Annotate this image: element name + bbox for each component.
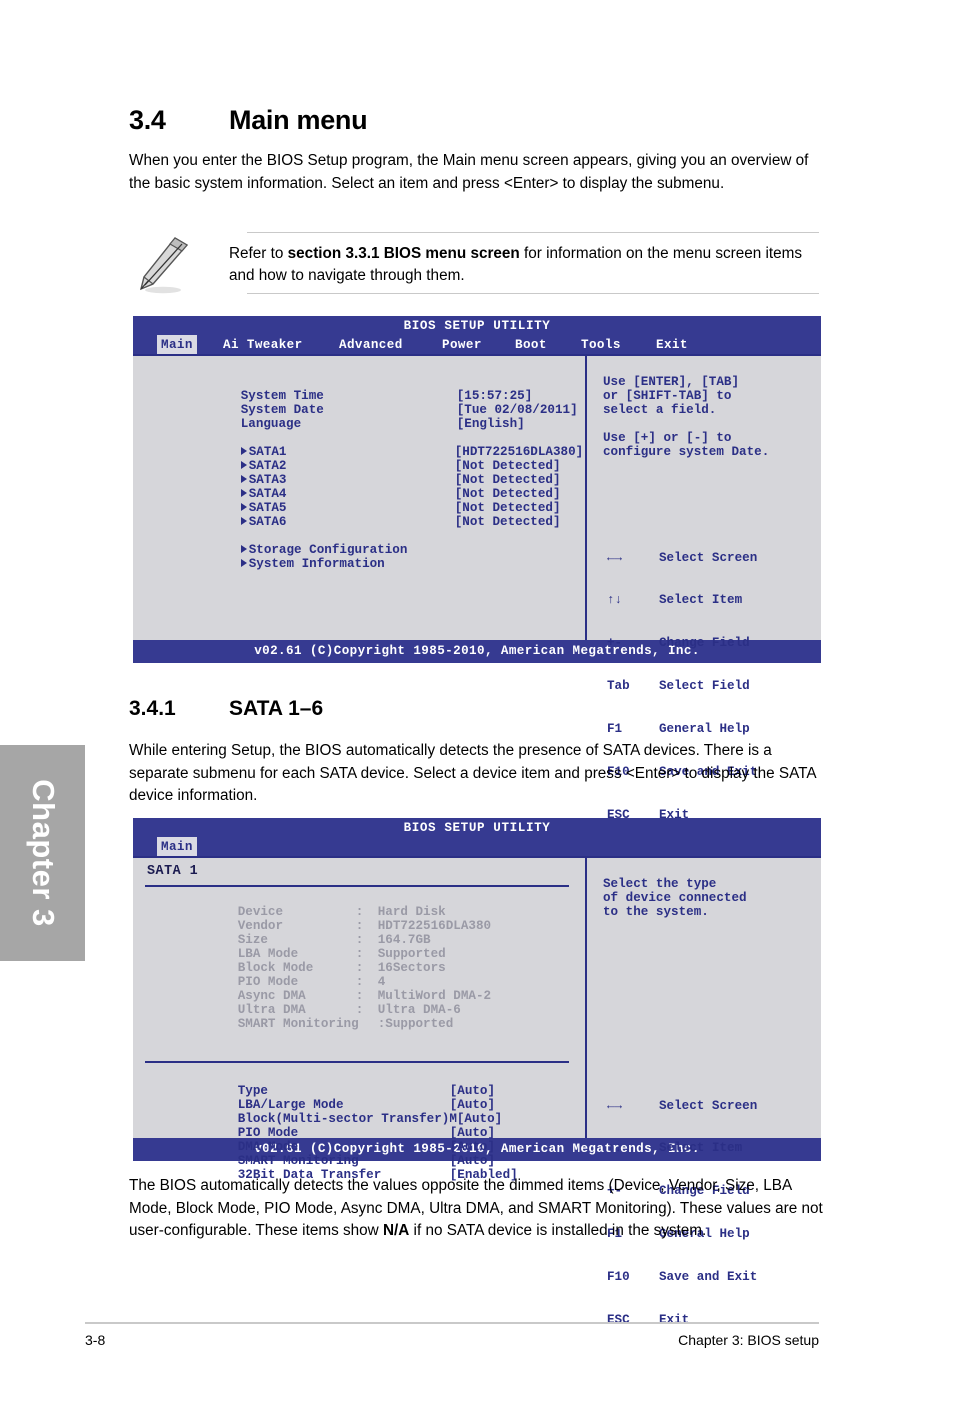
tab-exit[interactable]: Exit (652, 335, 692, 354)
submenu-arrow-icon (240, 516, 247, 525)
bios-main-left-pane: System Time [15:57:25] System Date [Tue 02… (133, 356, 587, 640)
bios-sata-menubar: Main (133, 837, 821, 857)
nav-action: General Help (659, 722, 750, 737)
nav-key: Tab (607, 679, 630, 694)
bios-sata-left-pane: SATA 1 Device: Hard Disk Vendor: HDT722516… (133, 858, 587, 1182)
page-title: 3.4 Main menu (129, 105, 368, 136)
closing-part-2: if no SATA device is installed in the sy… (409, 1222, 707, 1239)
nav-key: F1 (607, 722, 623, 737)
closing-bold-na: N/A (382, 1222, 410, 1239)
nav-action: Select Screen (659, 550, 758, 565)
bios-sata-body: SATA 1 Device: Hard Disk Vendor: HDT722516… (133, 856, 821, 1327)
help-line-2: or [SHIFT-TAB] to (603, 389, 732, 403)
section-title-text: Main menu (229, 105, 368, 135)
nav-key: ←→ (607, 1098, 623, 1113)
closing-paragraph: The BIOS automatically detects the value… (129, 1175, 826, 1243)
help-line-5: configure system Date. (603, 445, 770, 459)
note-text-before: Refer to (229, 245, 288, 262)
note-text: Refer to section 3.3.1 BIOS menu screen … (229, 243, 814, 287)
subsection-intro-paragraph: While entering Setup, the BIOS automatic… (129, 742, 816, 804)
nav-row: ←→ Select Screen (607, 551, 757, 565)
help-line-3: select a field. (603, 403, 717, 417)
sata-panel-header: SATA 1 (147, 864, 199, 879)
sata-help-line-2: of device connected (603, 891, 747, 905)
page-number: 3-8 (85, 1332, 106, 1348)
sata-help-line-3: to the system. (603, 905, 709, 919)
note-bottom-rule (247, 293, 819, 294)
bios-main-menu-screenshot: BIOS SETUP UTILITY Main Ai Tweaker Advan… (133, 316, 821, 822)
tab-main[interactable]: Main (157, 837, 197, 857)
nav-row: Tab Select Field (607, 679, 757, 693)
info-row-block-mode-value: 16Sectors (377, 961, 446, 976)
bios-sata-help-pane: Select the type of device connected to t… (589, 858, 821, 1327)
row-sata6-label: SATA6 (248, 515, 287, 530)
subsection-title: 3.4.1 SATA 1–6 (129, 697, 323, 721)
nav-row: +- Change Field (607, 636, 757, 650)
bios-sata-title: BIOS SETUP UTILITY (403, 821, 551, 835)
nav-key: +- (607, 636, 623, 651)
submenu-arrow-icon (240, 558, 247, 567)
sata-panel-rule-2 (145, 1061, 569, 1063)
nav-row: ↑↓ Select Item (607, 1141, 757, 1155)
page-footer-rule (85, 1322, 819, 1324)
page-footer-chapter-label: Chapter 3: BIOS setup (678, 1332, 819, 1348)
info-row-smart-monitoring-value: Supported (385, 1017, 454, 1032)
nav-action: Select Item (659, 1141, 743, 1156)
nav-action: Change Field (659, 636, 750, 651)
nav-key: ESC (607, 1313, 630, 1328)
nav-action: Exit (659, 1313, 690, 1328)
bios-main-title: BIOS SETUP UTILITY (403, 319, 551, 333)
sata-help-line-1: Select the type (603, 877, 717, 891)
section-number: 3.4 (129, 105, 166, 135)
nav-row: ←→ Select Screen (607, 1099, 757, 1113)
row-sata6-value: [Not Detected] (454, 515, 561, 530)
note-top-rule (247, 232, 819, 233)
tab-ai-tweaker[interactable]: Ai Tweaker (219, 335, 307, 354)
bios-main-body: System Time [15:57:25] System Date [Tue 02… (133, 354, 821, 822)
tab-power[interactable]: Power (438, 335, 486, 354)
nav-key: F10 (607, 1270, 630, 1285)
tab-boot[interactable]: Boot (511, 335, 551, 354)
nav-action: Select Item (659, 593, 743, 608)
tab-tools[interactable]: Tools (577, 335, 625, 354)
subsection-title-text: SATA 1–6 (229, 697, 324, 720)
bios-sata-titlebar: BIOS SETUP UTILITY Main (133, 818, 821, 857)
chapter-side-tab-label: Chapter 3 (25, 779, 61, 927)
help-line-1: Use [ENTER], [TAB] (603, 375, 740, 389)
row-language-label: Language (240, 417, 302, 432)
tab-main[interactable]: Main (157, 335, 197, 355)
nav-row: F10 Save and Exit (607, 1270, 757, 1284)
sata-panel-rule (145, 885, 569, 887)
bios-sata-detail-screenshot: BIOS SETUP UTILITY Main SATA 1 Device: Ha… (133, 818, 821, 1327)
nav-key: ←→ (607, 550, 623, 565)
section-intro-paragraph: When you enter the BIOS Setup program, t… (129, 152, 809, 192)
row-system-information[interactable]: System Information (150, 543, 385, 586)
bios-main-menubar: Main Ai Tweaker Advanced Power Boot Tool… (133, 335, 821, 355)
nav-action: Save and Exit (659, 1270, 758, 1285)
nav-key: ↑↓ (607, 593, 623, 608)
row-language-value: [English] (456, 417, 525, 432)
nav-row: F1 General Help (607, 722, 757, 736)
pencil-note-icon (139, 237, 189, 294)
note-text-bold: section 3.3.1 BIOS menu screen (287, 245, 520, 262)
info-row-smart-monitoring: SMART Monitoring :Supported (147, 1003, 454, 1046)
note-callout: Refer to section 3.3.1 BIOS menu screen … (129, 232, 819, 294)
nav-action: Select Screen (659, 1098, 758, 1113)
info-row-smart-monitoring-sepvalue: :Supported (378, 1017, 454, 1031)
help-line-4: Use [+] or [-] to (603, 431, 732, 445)
row-system-information-label: System Information (248, 557, 385, 572)
nav-key: ↑↓ (607, 1141, 623, 1156)
bios-main-titlebar: BIOS SETUP UTILITY Main Ai Tweaker Advan… (133, 316, 821, 355)
info-row-smart-monitoring-label: SMART Monitoring (237, 1017, 359, 1032)
nav-row: ESC Exit (607, 1313, 757, 1327)
bios-main-help-pane: Use [ENTER], [TAB] or [SHIFT-TAB] to sel… (589, 356, 821, 822)
subsection-number: 3.4.1 (129, 697, 176, 720)
tab-advanced[interactable]: Advanced (335, 335, 407, 354)
nav-row: ↑↓ Select Item (607, 593, 757, 607)
chapter-side-tab: Chapter 3 (0, 745, 85, 961)
nav-action: Select Field (659, 679, 750, 694)
